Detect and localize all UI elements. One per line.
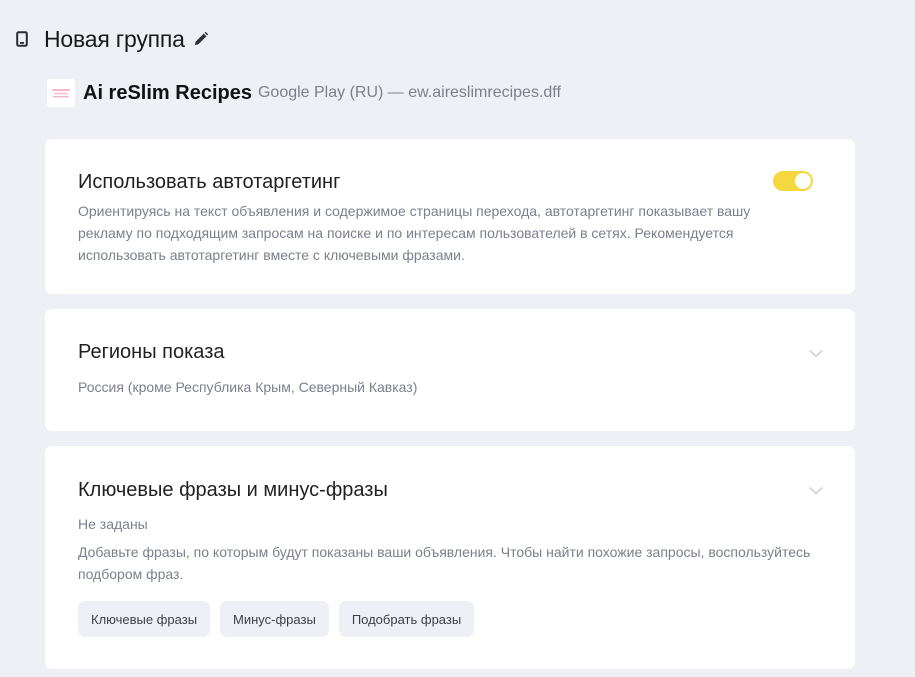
page-title: Новая группа	[44, 25, 185, 52]
keywords-title: Ключевые фразы и минус-фразы	[78, 479, 388, 501]
pick-phrases-button[interactable]: Подобрать фразы	[338, 601, 475, 637]
app-store-info: Google Play (RU) — ew.aireslimrecipes.df…	[257, 84, 561, 101]
chevron-down-icon[interactable]	[809, 482, 823, 495]
regions-value: Россия (кроме Республика Крым, Северный …	[78, 379, 418, 395]
autotargeting-title: Использовать автотаргетинг	[78, 171, 341, 193]
keywords-button[interactable]: Ключевые фразы	[78, 601, 211, 637]
autotargeting-description: Ориентируясь на текст объявления и содер…	[78, 203, 751, 263]
app-name: Ai reSlim Recipes	[83, 81, 252, 104]
toggle-knob	[795, 173, 811, 189]
group-header: Новая группа	[16, 24, 209, 54]
app-info: Ai reSlim Recipes Google Play (RU) — ew.…	[47, 78, 561, 108]
keywords-buttons: Ключевые фразы Минус-фразы Подобрать фра…	[78, 601, 475, 637]
phone-icon	[16, 31, 28, 47]
keywords-card[interactable]: Ключевые фразы и минус-фразы Не заданы Д…	[45, 446, 855, 669]
regions-card[interactable]: Регионы показа Россия (кроме Республика …	[45, 309, 855, 431]
minus-phrases-button[interactable]: Минус-фразы	[220, 601, 329, 637]
pencil-icon[interactable]	[193, 31, 209, 47]
chevron-down-icon[interactable]	[809, 345, 823, 358]
app-logo	[47, 79, 75, 107]
regions-title: Регионы показа	[78, 341, 225, 363]
autotargeting-toggle[interactable]	[773, 171, 813, 191]
keywords-status: Не заданы	[78, 516, 148, 532]
keywords-hint: Добавьте фразы, по которым будут показан…	[78, 544, 811, 582]
autotargeting-card: Использовать автотаргетинг Ориентируясь …	[45, 139, 855, 294]
